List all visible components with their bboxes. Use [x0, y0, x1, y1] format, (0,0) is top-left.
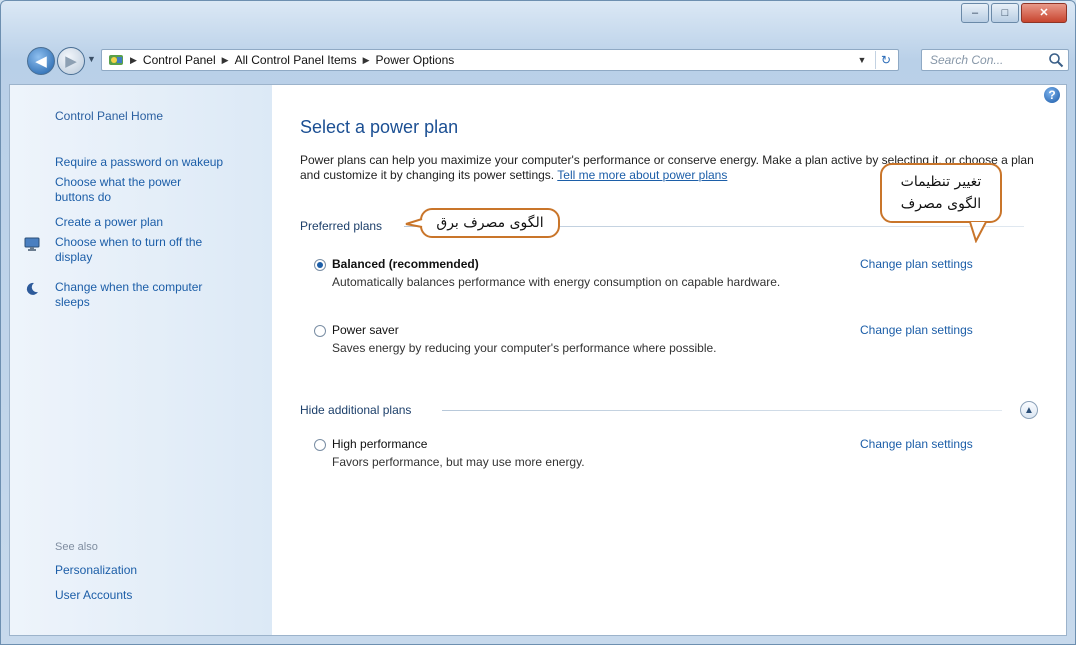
maximize-button[interactable]: □ [991, 3, 1019, 23]
page-title: Select a power plan [300, 117, 459, 137]
plan-balanced-name: Balanced (recommended) [332, 257, 479, 271]
plan-power-saver-description: Saves energy by reducing your computer's… [332, 341, 717, 355]
refresh-button[interactable]: ↻ [875, 51, 896, 69]
chevron-up-icon: ▲ [1024, 405, 1034, 416]
group-divider [442, 410, 1002, 411]
sidebar-item-require-password[interactable]: Require a password on wakeup [55, 155, 270, 170]
chevron-down-icon: ▼ [87, 54, 96, 64]
chevron-down-icon: ▼ [857, 55, 867, 65]
window-controls: – □ ✕ [961, 3, 1067, 23]
collapse-plans-button[interactable]: ▲ [1020, 401, 1038, 419]
sidebar: Control Panel Home Require a password on… [10, 85, 272, 635]
address-bar[interactable]: ▶ Control Panel ▶ All Control Panel Item… [101, 49, 899, 71]
sidebar-item-create-plan[interactable]: Create a power plan [55, 215, 235, 230]
plan-high-performance-change-settings-link[interactable]: Change plan settings [860, 437, 973, 451]
sidebar-item-sleep[interactable]: Change when the computer sleeps [55, 280, 240, 310]
plan-balanced-change-settings-link[interactable]: Change plan settings [860, 257, 973, 271]
preferred-plans-header: Preferred plans [300, 219, 383, 233]
address-dropdown-button[interactable]: ▼ [852, 50, 872, 70]
control-panel-home-link[interactable]: Control Panel Home [55, 109, 163, 124]
plan-balanced-radio[interactable] [314, 259, 326, 271]
control-panel-icon [109, 55, 123, 65]
plan-high-performance-name: High performance [332, 437, 428, 451]
sidebar-item-power-buttons[interactable]: Choose what the power buttons do [55, 175, 215, 205]
breadcrumb-separator-icon: ▶ [221, 54, 229, 65]
help-icon[interactable]: ? [1044, 87, 1060, 103]
search-placeholder: Search Con... [930, 53, 1004, 67]
plan-balanced-description: Automatically balances performance with … [332, 275, 781, 289]
breadcrumb-separator-icon: ▶ [130, 54, 137, 65]
recent-pages-dropdown[interactable]: ▼ [87, 54, 96, 64]
tell-me-more-link[interactable]: Tell me more about power plans [557, 168, 727, 182]
plan-high-performance-description: Favors performance, but may use more ene… [332, 455, 585, 469]
plan-callout-text: الگوی مصرف برق [436, 215, 544, 231]
monitor-icon [24, 237, 40, 251]
close-button[interactable]: ✕ [1021, 3, 1067, 23]
search-icon[interactable] [1048, 52, 1064, 68]
plan-power-saver-name: Power saver [332, 323, 399, 337]
main-panel: ? Select a power plan Power plans can he… [272, 85, 1066, 635]
back-arrow-icon: ◀ [35, 53, 47, 70]
navigation-bar: ◀ ▶ ▼ ▶ Control Panel ▶ All Control Pane… [9, 45, 1069, 75]
search-input[interactable]: Search Con... [921, 49, 1069, 71]
content-area: Control Panel Home Require a password on… [9, 84, 1067, 636]
forward-arrow-icon: ▶ [65, 53, 77, 70]
callout-pointer [405, 218, 423, 228]
plan-power-saver-radio[interactable] [314, 325, 326, 337]
breadcrumb-power-options[interactable]: Power Options [376, 53, 455, 67]
breadcrumb: ▶ Control Panel ▶ All Control Panel Item… [130, 50, 454, 70]
plan-high-performance-radio[interactable] [314, 439, 326, 451]
breadcrumb-control-panel[interactable]: Control Panel [143, 53, 216, 67]
breadcrumb-separator-icon: ▶ [362, 54, 370, 65]
power-options-window: – □ ✕ ◀ ▶ ▼ ▶ Control Panel ▶ All Contro… [0, 0, 1076, 645]
sidebar-item-display-off[interactable]: Choose when to turn off the display [55, 235, 240, 265]
settings-callout: تغییر تنظیمات الگوی مصرف [880, 163, 1002, 223]
personalization-link[interactable]: Personalization [55, 563, 137, 577]
minimize-button[interactable]: – [961, 3, 989, 23]
see-also-heading: See also [55, 541, 98, 553]
plan-power-saver-change-settings-link[interactable]: Change plan settings [860, 323, 973, 337]
back-button[interactable]: ◀ [27, 47, 55, 75]
hide-additional-plans-header[interactable]: Hide additional plans [300, 401, 411, 419]
plan-callout: الگوی مصرف برق [420, 208, 560, 238]
user-accounts-link[interactable]: User Accounts [55, 588, 132, 602]
settings-callout-line-2: الگوی مصرف [900, 196, 982, 212]
breadcrumb-all-items[interactable]: All Control Panel Items [235, 53, 357, 67]
refresh-icon: ↻ [880, 53, 892, 67]
forward-button[interactable]: ▶ [57, 47, 85, 75]
callout-pointer [969, 221, 987, 243]
moon-icon [26, 282, 38, 295]
settings-callout-line-1: تغییر تنظیمات [900, 174, 982, 190]
